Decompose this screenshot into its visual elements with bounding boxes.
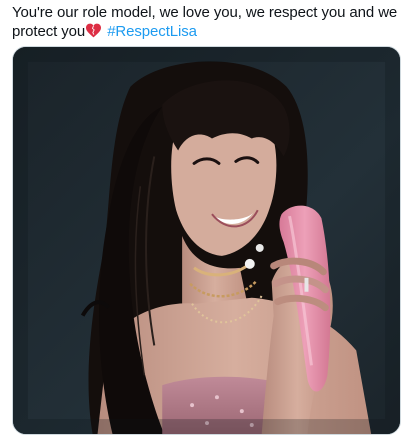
tweet-body-text: You're our role model, we love you, we r… (12, 4, 398, 40)
tweet: You're our role model, we love you, we r… (0, 0, 415, 441)
tweet-photo[interactable] (12, 46, 401, 435)
hashtag-link[interactable]: #RespectLisa (107, 23, 197, 40)
heart-icon (86, 23, 102, 38)
concert-photo-illustration (13, 47, 400, 434)
tweet-text: You're our role model, we love you, we r… (12, 3, 404, 41)
